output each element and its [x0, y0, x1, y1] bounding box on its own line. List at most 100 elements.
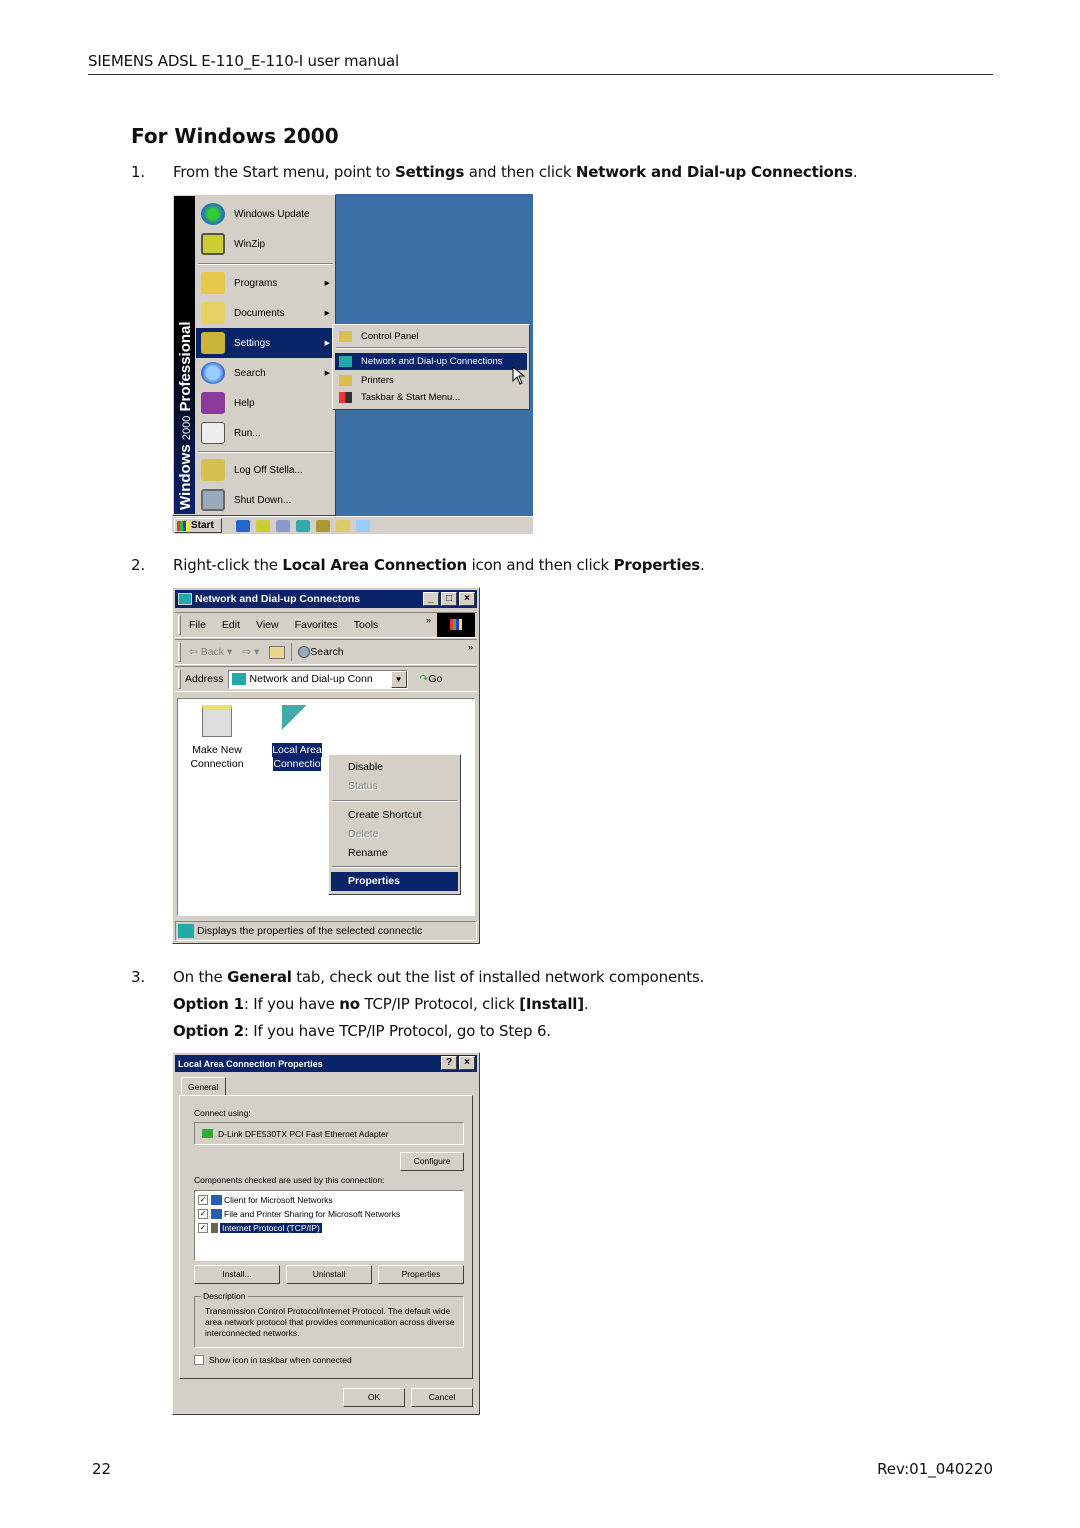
- close-button[interactable]: ×: [459, 592, 475, 606]
- submenu-arrow-icon: ▶: [324, 340, 330, 347]
- start-item-documents[interactable]: Documents ▶: [196, 298, 335, 328]
- menu-favorites[interactable]: Favorites: [295, 619, 338, 631]
- submenu-control-panel[interactable]: Control Panel: [335, 328, 527, 345]
- network-folder-icon: [178, 593, 192, 605]
- start-item-winzip[interactable]: WinZip: [196, 229, 335, 259]
- chevron-more-icon[interactable]: »: [468, 642, 473, 652]
- context-rename[interactable]: Rename: [331, 844, 458, 863]
- chevron-more-icon[interactable]: »: [426, 615, 431, 625]
- submenu-taskbar[interactable]: Taskbar & Start Menu...: [335, 389, 527, 406]
- start-item-log-off[interactable]: Log Off Stella...: [196, 455, 335, 485]
- step-3: 3. On the General tab, check out the list…: [131, 968, 705, 986]
- start-button[interactable]: Start: [174, 518, 222, 533]
- start-item-settings[interactable]: Settings ▶: [196, 328, 335, 358]
- checkbox-checked[interactable]: ✓: [198, 1208, 208, 1219]
- outlook-icon[interactable]: [256, 520, 270, 532]
- title-bar: Local Area Connection Properties ? ×: [175, 1055, 477, 1072]
- mouse-cursor-icon: [512, 366, 526, 385]
- toolbar-grip[interactable]: [178, 615, 181, 635]
- minimize-button[interactable]: _: [423, 592, 439, 606]
- submenu-printers[interactable]: Printers: [335, 372, 527, 389]
- control-panel-icon: [339, 331, 352, 342]
- component-file-printer-sharing[interactable]: ✓ File and Printer Sharing for Microsoft…: [198, 1207, 400, 1220]
- settings-icon: [201, 332, 225, 354]
- checkbox-checked[interactable]: ✓: [198, 1194, 208, 1205]
- start-menu: Windows 2000 Professional Windows Update…: [172, 194, 336, 516]
- search-icon: [298, 646, 311, 659]
- show-icon-option[interactable]: Show icon in taskbar when connected: [194, 1355, 352, 1365]
- network-adapter-icon: [202, 1129, 213, 1138]
- client-icon: [211, 1194, 222, 1205]
- general-tab-panel: Connect using: D-Link DFE530TX PCI Fast …: [179, 1095, 473, 1379]
- menu-view[interactable]: View: [256, 619, 279, 631]
- step-2: 2. Right-click the Local Area Connection …: [131, 556, 705, 574]
- maximize-button[interactable]: □: [441, 592, 457, 606]
- configure-button[interactable]: Configure: [400, 1152, 464, 1171]
- start-item-windows-update[interactable]: Windows Update: [196, 199, 335, 229]
- menu-separator: [336, 347, 526, 349]
- menu-tools[interactable]: Tools: [354, 619, 379, 631]
- service-icon: [211, 1208, 222, 1219]
- ok-button[interactable]: OK: [343, 1388, 405, 1407]
- protocol-icon: [211, 1222, 218, 1233]
- lan-connection-icon: [282, 705, 312, 737]
- menu-edit[interactable]: Edit: [222, 619, 240, 631]
- context-status: Status: [348, 780, 378, 792]
- help-icon: [201, 392, 225, 414]
- local-area-connection-icon[interactable]: Local Area Connectio: [262, 705, 332, 771]
- control-panel-icon[interactable]: [336, 520, 350, 532]
- document-header: SIEMENS ADSL E-110_E-110-I user manual: [88, 52, 993, 75]
- standard-toolbar: ⇦ Back ▾ ⇨ ▾ Search »: [175, 639, 477, 665]
- cancel-button[interactable]: Cancel: [411, 1388, 473, 1407]
- menu-file[interactable]: File: [189, 619, 206, 631]
- start-item-shut-down[interactable]: Shut Down...: [196, 485, 335, 515]
- network-folder-icon: [231, 673, 246, 685]
- start-item-programs[interactable]: Programs ▶: [196, 268, 335, 298]
- toolbar-grip[interactable]: [178, 669, 181, 689]
- shutdown-icon: [201, 489, 225, 511]
- checkbox-checked[interactable]: ✓: [198, 1222, 208, 1233]
- show-icon-checkbox[interactable]: [194, 1355, 204, 1365]
- component-client-ms-networks[interactable]: ✓ Client for Microsoft Networks: [198, 1193, 333, 1206]
- components-list: ✓ Client for Microsoft Networks ✓ File a…: [194, 1190, 464, 1261]
- submenu-network-dialup[interactable]: Network and Dial-up Connections: [335, 353, 527, 370]
- context-menu: Disable Status Create Shortcut Delete Re…: [328, 754, 461, 895]
- start-item-help[interactable]: Help: [196, 388, 335, 418]
- close-button[interactable]: ×: [459, 1056, 475, 1070]
- install-button[interactable]: Install...: [194, 1265, 280, 1284]
- go-button[interactable]: ↷Go: [420, 673, 443, 685]
- back-button[interactable]: ⇦ Back ▾: [189, 646, 232, 658]
- context-create-shortcut[interactable]: Create Shortcut: [331, 806, 458, 825]
- forward-button[interactable]: ⇨ ▾: [242, 646, 259, 658]
- submenu-arrow-icon: ▶: [324, 370, 330, 377]
- title-bar: Network and Dial-up Connectons _ □ ×: [175, 590, 477, 608]
- start-item-search[interactable]: Search ▶: [196, 358, 335, 388]
- search-icon[interactable]: [356, 520, 370, 532]
- uninstall-button[interactable]: Uninstall: [286, 1265, 372, 1284]
- submenu-arrow-icon: ▶: [324, 280, 330, 287]
- toolbar-divider: [291, 643, 293, 661]
- make-new-connection-icon[interactable]: Make New Connection: [182, 705, 252, 771]
- context-disable[interactable]: Disable: [331, 758, 458, 777]
- address-dropdown-button[interactable]: ▼: [390, 670, 407, 688]
- menu-separator: [198, 263, 333, 265]
- page-number: 22: [92, 1460, 112, 1478]
- menu-separator: [332, 866, 457, 868]
- tab-general[interactable]: General: [181, 1077, 226, 1095]
- context-properties[interactable]: Properties: [331, 872, 458, 891]
- toolbar-grip[interactable]: [178, 642, 181, 662]
- component-tcp-ip[interactable]: ✓ Internet Protocol (TCP/IP): [198, 1221, 322, 1234]
- internet-explorer-icon[interactable]: [236, 520, 250, 532]
- network-connections-window: Network and Dial-up Connectons _ □ × Fil…: [172, 587, 480, 944]
- media-player-icon[interactable]: [296, 520, 310, 532]
- properties-button[interactable]: Properties: [378, 1265, 464, 1284]
- desktop-icon[interactable]: [276, 520, 290, 532]
- run-icon: [201, 422, 225, 444]
- up-folder-icon[interactable]: [269, 645, 286, 659]
- search-button[interactable]: Search: [298, 646, 344, 659]
- step-number: 2.: [131, 556, 145, 574]
- quicklaunch-icon[interactable]: [316, 520, 330, 532]
- start-item-run[interactable]: Run...: [196, 418, 335, 448]
- address-field[interactable]: Network and Dial-up Conn ▼: [227, 669, 408, 689]
- help-button[interactable]: ?: [441, 1056, 457, 1070]
